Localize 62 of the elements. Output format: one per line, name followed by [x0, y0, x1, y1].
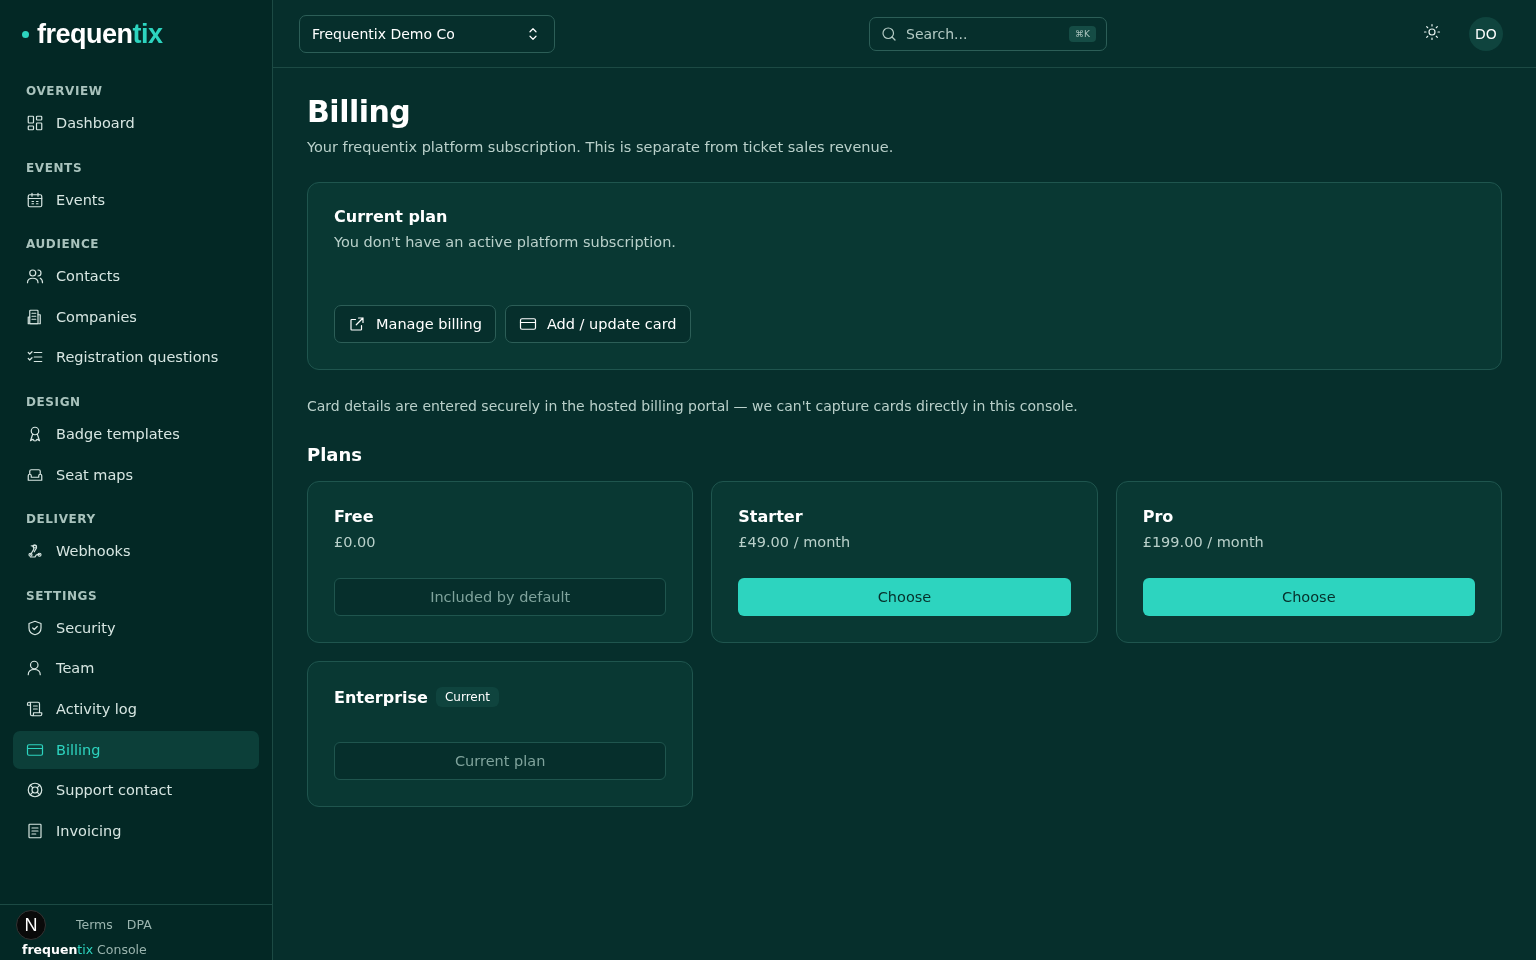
shield-icon: [26, 618, 44, 637]
sidebar-item[interactable]: Invoicing: [13, 811, 259, 850]
section-heading: OVERVIEW: [25, 83, 104, 100]
scroll-icon: [26, 699, 44, 718]
sidebar-item[interactable]: Companies: [13, 297, 259, 336]
page-subtitle: Your frequentix platform subscription. This is separate from ticket sales revenue.: [307, 139, 895, 155]
brand-dot: [22, 30, 29, 38]
sidebar-item[interactable]: Webhooks: [13, 532, 259, 571]
sidebar-item[interactable]: Dashboard: [13, 104, 259, 142]
user-avatar[interactable]: DO: [1469, 16, 1503, 51]
footer-link[interactable]: DPA: [126, 917, 152, 932]
sidebar-item[interactable]: Support contact: [13, 771, 259, 810]
plan-name: Starter: [738, 507, 803, 526]
sidebar-item[interactable]: Registration questions: [13, 338, 259, 377]
sidebar-item[interactable]: Security: [13, 608, 259, 647]
sidebar-item[interactable]: Events: [13, 180, 259, 219]
webhook-icon: [26, 542, 44, 561]
product-name: frequentix Console: [22, 942, 148, 957]
section-heading: AUDIENCE: [25, 236, 101, 254]
plan-name: Pro: [1142, 507, 1174, 526]
section-title: Plans: [307, 444, 364, 465]
shortcut-hint: ⌘K: [1069, 25, 1096, 42]
sidebar-item[interactable]: Seat maps: [13, 455, 259, 494]
sidebar-item[interactable]: Team: [13, 649, 259, 688]
dev-indicator-button[interactable]: N: [16, 910, 46, 940]
section-heading: SETTINGS: [25, 587, 99, 605]
search-field[interactable]: Search... ⌘K: [869, 16, 1107, 51]
plan-name: Enterprise: [334, 687, 428, 707]
user-icon: [26, 659, 44, 678]
choose-plan-button[interactable]: Choose: [1142, 578, 1475, 616]
dashboard-icon: [26, 114, 44, 132]
organization-select[interactable]: Frequentix Demo Co: [299, 14, 555, 53]
lifebuoy-icon: [26, 781, 44, 800]
building-icon: [26, 307, 44, 326]
section-heading: DELIVERY: [25, 511, 97, 529]
sidebar-item[interactable]: Contacts: [13, 257, 259, 296]
status-badge: Current: [435, 687, 499, 707]
credit-card-icon: [518, 315, 537, 333]
section-heading: DESIGN: [25, 393, 82, 411]
external-link-icon: [348, 315, 366, 333]
manage-billing-button[interactable]: Manage billing: [334, 305, 496, 343]
section-heading: EVENTS: [25, 159, 84, 177]
sun-icon: [1423, 22, 1441, 41]
sidebar-item[interactable]: Badge templates: [13, 414, 259, 453]
brand-logo[interactable]: frequentix: [37, 18, 163, 50]
update-card-button[interactable]: Add / update card: [504, 305, 691, 343]
plan-name: Free: [334, 507, 374, 526]
receipt-icon: [26, 821, 44, 840]
plan-price: £0.00: [334, 534, 377, 550]
footer-link[interactable]: Terms: [76, 917, 113, 932]
choose-plan-button[interactable]: Choose: [738, 578, 1071, 616]
sidebar-item[interactable]: Billing: [13, 730, 259, 769]
card-title: Current plan: [334, 207, 449, 226]
info-note: Card details are entered securely in the hosted billing portal — we can't capture cards directly in this console.: [307, 398, 1079, 414]
search-icon: [880, 24, 898, 43]
plan-price: £199.00 / month: [1142, 534, 1265, 550]
plan-price: £49.00 / month: [738, 534, 852, 550]
users-icon: [26, 267, 44, 286]
calendar-icon: [26, 190, 44, 209]
page-title: Billing: [307, 94, 412, 129]
sidebar-item[interactable]: Activity log: [13, 689, 259, 728]
card-text: You don't have an active platform subscription.: [334, 234, 677, 250]
